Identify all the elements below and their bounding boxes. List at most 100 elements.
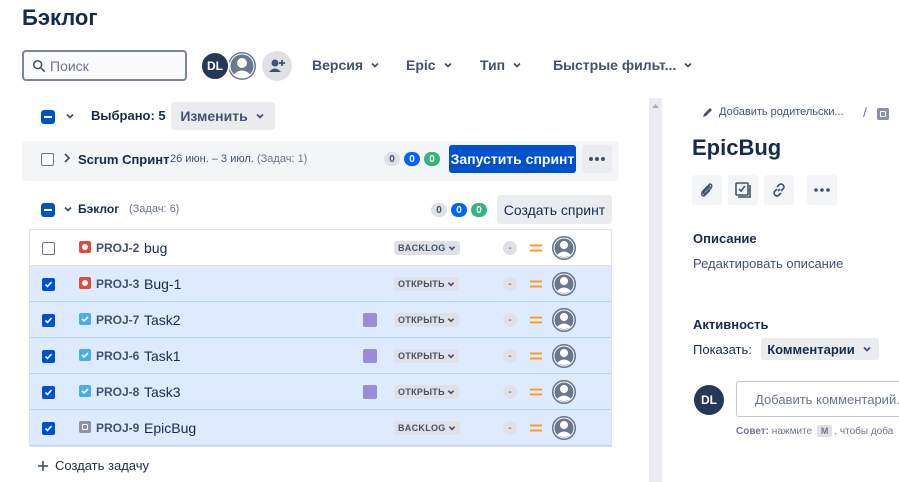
assignee-avatar[interactable] — [552, 344, 576, 368]
priority-medium-icon — [530, 316, 542, 324]
start-sprint-button[interactable]: Запустить спринт — [449, 145, 576, 173]
row-checkbox[interactable] — [42, 242, 55, 255]
more-actions-button[interactable] — [582, 145, 612, 173]
chevron-down-icon[interactable] — [62, 203, 74, 215]
priority-medium-icon — [530, 388, 542, 396]
estimate-badge[interactable]: - — [503, 277, 517, 291]
add-parent-label: Добавить родительски... — [719, 106, 844, 118]
filter-quick[interactable]: Быстрые фильт... — [553, 57, 694, 73]
issue-key[interactable]: PROJ-7 — [96, 313, 139, 327]
more-actions-button[interactable] — [807, 175, 837, 205]
select-all-checkbox[interactable] — [41, 110, 55, 124]
chevron-down-icon — [447, 390, 455, 395]
estimate-badge[interactable]: - — [503, 241, 517, 255]
chevron-down-icon — [448, 246, 455, 251]
table-row[interactable]: PROJ-6 Task1 ОТКРЫТЬ - — [30, 338, 611, 374]
issue-summary[interactable]: EpicBug — [144, 420, 196, 436]
sprint-name[interactable]: Scrum Спринт — [78, 152, 169, 167]
status-dropdown[interactable]: BACKLOG — [394, 421, 460, 435]
done-count-badge: 0 — [424, 152, 440, 166]
assignee-avatar[interactable] — [552, 416, 576, 440]
todo-count-badge: 0 — [431, 203, 447, 217]
issue-summary[interactable]: Task2 — [144, 312, 181, 328]
issue-key[interactable]: PROJ-8 — [96, 385, 139, 399]
estimate-badge[interactable]: - — [503, 385, 517, 399]
row-checkbox[interactable] — [42, 386, 55, 399]
search-input[interactable] — [50, 57, 170, 74]
avatar[interactable]: DL — [200, 51, 230, 81]
chevron-down-icon[interactable] — [64, 110, 76, 122]
chevron-down-icon — [863, 346, 871, 352]
table-row[interactable]: PROJ-9 EpicBug BACKLOG - — [30, 410, 611, 446]
assignee-avatar[interactable] — [552, 380, 576, 404]
priority-medium-icon — [530, 352, 542, 360]
issue-summary[interactable]: Task3 — [144, 384, 181, 400]
status-dropdown[interactable]: ОТКРЫТЬ — [394, 277, 459, 291]
pencil-icon — [703, 107, 712, 117]
issue-key[interactable]: PROJ-3 — [96, 277, 139, 291]
search-icon — [32, 59, 46, 72]
todo-count-badge: 0 — [384, 152, 400, 166]
chevron-right-icon[interactable] — [62, 152, 72, 164]
epic-lozenge[interactable] — [363, 313, 377, 327]
estimate-badge[interactable]: - — [503, 313, 517, 327]
description-editor[interactable]: Редактировать описание — [693, 256, 843, 271]
more-icon — [589, 157, 605, 161]
issue-key[interactable]: PROJ-6 — [96, 349, 139, 363]
link-issue-button[interactable] — [764, 175, 794, 205]
assignee-avatar[interactable] — [552, 308, 576, 332]
status-dropdown[interactable]: ОТКРЫТЬ — [394, 349, 459, 363]
comment-input[interactable]: Добавить комментарий... — [736, 381, 899, 417]
link-icon — [773, 183, 785, 197]
comment-tip: Совет: нажмите M , чтобы доба — [736, 425, 893, 437]
change-button[interactable]: Изменить — [171, 102, 275, 130]
issue-type-icon[interactable] — [877, 108, 889, 120]
issue-key[interactable]: PROJ-9 — [96, 421, 139, 435]
filter-type[interactable]: Тип — [480, 57, 523, 73]
add-people-button[interactable] — [262, 51, 292, 81]
child-issue-button[interactable] — [728, 175, 758, 205]
backlog-select-checkbox[interactable] — [41, 203, 55, 217]
assignee-avatar[interactable] — [552, 272, 576, 296]
add-parent-link[interactable]: Добавить родительски... — [702, 106, 844, 118]
issue-summary[interactable]: bug — [144, 240, 167, 256]
epic-lozenge[interactable] — [363, 349, 377, 363]
scrollbar[interactable] — [649, 98, 662, 482]
row-checkbox[interactable] — [42, 350, 55, 363]
table-row[interactable]: PROJ-2 bug BACKLOG - — [30, 230, 611, 266]
backlog-table: PROJ-2 bug BACKLOG - PROJ-3 Bug-1 ОТКРЫТЬ - PROJ… — [29, 229, 612, 447]
priority-medium-icon — [530, 424, 542, 432]
sprint-checkbox[interactable] — [41, 153, 54, 166]
filter-epic[interactable]: Epic — [406, 57, 454, 73]
filter-version[interactable]: Версия — [312, 57, 381, 73]
create-issue-button[interactable]: Создать задачу — [37, 458, 149, 473]
row-checkbox[interactable] — [42, 422, 55, 435]
user-icon — [552, 416, 576, 440]
status-label: ОТКРЫТЬ — [398, 387, 445, 397]
done-count-badge: 0 — [471, 203, 487, 217]
table-row[interactable]: PROJ-7 Task2 ОТКРЫТЬ - — [30, 302, 611, 338]
search-box[interactable] — [22, 50, 187, 81]
scroll-up-icon[interactable] — [649, 101, 662, 111]
status-dropdown[interactable]: ОТКРЫТЬ — [394, 313, 459, 327]
row-checkbox[interactable] — [42, 314, 55, 327]
estimate-badge[interactable]: - — [503, 349, 517, 363]
issue-summary[interactable]: Bug-1 — [144, 276, 181, 292]
attach-button[interactable] — [692, 175, 722, 205]
unassigned-avatar[interactable] — [226, 50, 258, 82]
status-dropdown[interactable]: ОТКРЫТЬ — [394, 385, 459, 399]
table-row[interactable]: PROJ-8 Task3 ОТКРЫТЬ - — [30, 374, 611, 410]
issue-summary[interactable]: Task1 — [144, 348, 181, 364]
assignee-avatar[interactable] — [552, 236, 576, 260]
issue-title[interactable]: EpicBug — [692, 135, 781, 161]
create-sprint-button[interactable]: Создать спринт — [497, 195, 612, 224]
table-row[interactable]: PROJ-3 Bug-1 ОТКРЫТЬ - — [30, 266, 611, 302]
issue-key[interactable]: PROJ-2 — [96, 241, 139, 255]
epic-lozenge[interactable] — [363, 385, 377, 399]
chevron-down-icon — [443, 62, 452, 68]
row-checkbox[interactable] — [42, 278, 55, 291]
activity-filter-dropdown[interactable]: Комментарии — [761, 338, 879, 360]
status-dropdown[interactable]: BACKLOG — [394, 241, 460, 255]
bug-type-icon — [79, 277, 91, 289]
estimate-badge[interactable]: - — [503, 421, 517, 435]
